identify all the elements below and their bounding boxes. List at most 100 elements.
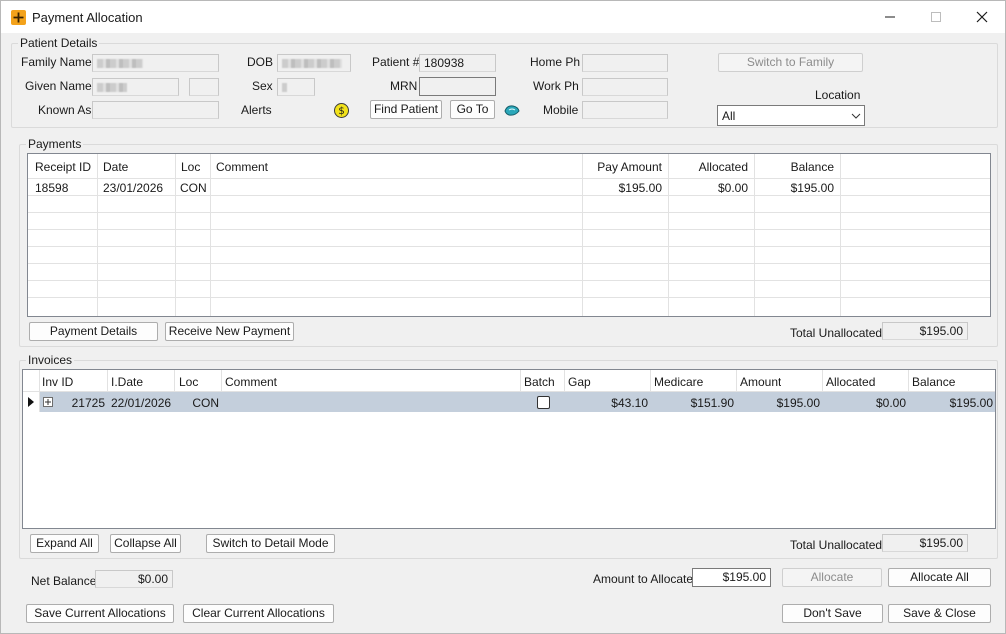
- allocated-cell: $0.00: [717, 181, 748, 195]
- amount-to-allocate-label: Amount to Allocate: [593, 572, 694, 586]
- payment-row[interactable]: 18598 23/01/2026 CON $195.00 $0.00 $195.…: [28, 178, 990, 196]
- plus-icon: [45, 399, 51, 405]
- payments-col-balance[interactable]: Balance: [754, 160, 834, 174]
- invoices-col-loc[interactable]: Loc: [179, 375, 198, 389]
- invoices-col-allocated[interactable]: Allocated: [826, 375, 875, 389]
- payments-col-date[interactable]: Date: [103, 160, 128, 174]
- invoices-col-inv-id[interactable]: Inv ID: [42, 375, 73, 389]
- save-current-allocations-button[interactable]: Save Current Allocations: [26, 604, 174, 623]
- grid-line: [28, 280, 990, 281]
- payments-title: Payments: [26, 137, 84, 151]
- dob-field[interactable]: [277, 54, 351, 72]
- minimize-button[interactable]: [867, 1, 913, 33]
- invoices-col-date[interactable]: I.Date: [111, 375, 143, 389]
- location-dropdown[interactable]: All: [717, 105, 865, 126]
- collapse-all-button[interactable]: Collapse All: [110, 534, 181, 553]
- dollar-icon: $: [338, 106, 344, 117]
- payments-col-pay-amount[interactable]: Pay Amount: [584, 160, 662, 174]
- given-name-label: Given Name: [25, 79, 92, 93]
- grid-line: [28, 212, 990, 213]
- maximize-icon: [931, 12, 941, 22]
- pay-amount-cell: $195.00: [618, 181, 662, 195]
- allocate-all-button[interactable]: Allocate All: [888, 568, 991, 587]
- window-title: Payment Allocation: [32, 10, 143, 25]
- net-balance-value: $0.00: [95, 570, 173, 588]
- close-button[interactable]: [959, 1, 1005, 33]
- svg-text:$: $: [338, 106, 344, 117]
- batch-checkbox[interactable]: [537, 396, 550, 409]
- shortcut-icon[interactable]: [503, 102, 521, 118]
- teal-link-icon: [504, 105, 520, 116]
- given-name-extra-field[interactable]: [189, 78, 219, 96]
- sex-label: Sex: [252, 79, 273, 93]
- receive-new-payment-button[interactable]: Receive New Payment: [165, 322, 294, 341]
- clear-current-allocations-button[interactable]: Clear Current Allocations: [183, 604, 334, 623]
- amount-to-allocate-input[interactable]: $195.00: [692, 568, 771, 587]
- invoices-title: Invoices: [26, 353, 75, 367]
- grid-line: [28, 297, 990, 298]
- payments-total-unallocated-value: $195.00: [882, 322, 968, 340]
- allocate-button[interactable]: Allocate: [782, 568, 882, 587]
- payments-grid[interactable]: Receipt ID Date Loc Comment Pay Amount A…: [27, 153, 991, 317]
- payments-col-loc[interactable]: Loc: [181, 160, 200, 174]
- payment-allocation-window: Payment Allocation Patient Details Famil…: [0, 0, 1006, 634]
- app-icon: [11, 10, 26, 25]
- payments-col-comment[interactable]: Comment: [216, 160, 268, 174]
- family-name-label: Family Name: [21, 55, 92, 69]
- patient-details-title: Patient Details: [18, 36, 100, 50]
- invoices-col-balance[interactable]: Balance: [912, 375, 955, 389]
- known-as-label: Known As: [38, 103, 92, 117]
- redacted-value: [282, 83, 287, 92]
- sex-field[interactable]: [277, 78, 315, 96]
- grid-line: [28, 263, 990, 264]
- invoices-col-medicare[interactable]: Medicare: [654, 375, 703, 389]
- minimize-icon: [885, 16, 895, 18]
- expand-all-button[interactable]: Expand All: [30, 534, 99, 553]
- home-ph-label: Home Ph: [530, 55, 581, 69]
- receipt-id-cell: 18598: [35, 181, 69, 195]
- redacted-value: [97, 59, 143, 68]
- known-as-field[interactable]: [92, 101, 219, 119]
- invoices-col-gap[interactable]: Gap: [568, 375, 591, 389]
- balance-cell: $195.00: [790, 181, 834, 195]
- patient-no-field[interactable]: 180938: [419, 54, 496, 72]
- location-selected-value: All: [722, 109, 736, 123]
- find-patient-button[interactable]: Find Patient: [370, 100, 442, 119]
- invoices-col-batch[interactable]: Batch: [524, 375, 555, 389]
- chevron-down-icon: [851, 113, 861, 119]
- go-to-button[interactable]: Go To: [450, 100, 495, 119]
- work-ph-field[interactable]: [582, 78, 668, 96]
- payments-col-receipt-id[interactable]: Receipt ID: [35, 160, 91, 174]
- inv-amount-cell: $195.00: [776, 396, 820, 410]
- grid-line: [28, 246, 990, 247]
- switch-to-detail-mode-button[interactable]: Switch to Detail Mode: [206, 534, 335, 553]
- inv-date-cell: 22/01/2026: [111, 396, 172, 410]
- home-ph-field[interactable]: [582, 54, 668, 72]
- mrn-label: MRN: [390, 79, 418, 93]
- invoices-total-unallocated-label: Total Unallocated: [790, 538, 883, 552]
- save-and-close-button[interactable]: Save & Close: [888, 604, 991, 623]
- invoices-col-amount[interactable]: Amount: [740, 375, 781, 389]
- invoices-grid[interactable]: Inv ID I.Date Loc Comment Batch Gap Medi…: [22, 369, 996, 529]
- mrn-field[interactable]: [419, 77, 496, 96]
- inv-id-cell: 21725: [71, 396, 105, 410]
- given-name-field[interactable]: [92, 78, 179, 96]
- invoices-col-comment[interactable]: Comment: [225, 375, 277, 389]
- dollar-alert-icon[interactable]: $: [334, 103, 349, 118]
- family-name-field[interactable]: [92, 54, 219, 72]
- close-icon: [976, 11, 988, 23]
- mobile-field[interactable]: [582, 101, 668, 119]
- grid-line: [28, 229, 990, 230]
- switch-to-family-button[interactable]: Switch to Family: [718, 53, 863, 72]
- patient-no-label: Patient #: [372, 55, 420, 69]
- maximize-button[interactable]: [913, 1, 959, 33]
- net-balance-label: Net Balance: [31, 574, 97, 588]
- dont-save-button[interactable]: Don't Save: [782, 604, 883, 623]
- payments-header-row: [28, 154, 990, 176]
- inv-balance-cell: $195.00: [949, 396, 993, 410]
- payment-details-button[interactable]: Payment Details: [29, 322, 158, 341]
- expand-row-toggle[interactable]: [43, 397, 53, 407]
- payments-total-unallocated-label: Total Unallocated: [790, 326, 883, 340]
- payments-col-allocated[interactable]: Allocated: [668, 160, 748, 174]
- location-label: Location: [815, 88, 861, 102]
